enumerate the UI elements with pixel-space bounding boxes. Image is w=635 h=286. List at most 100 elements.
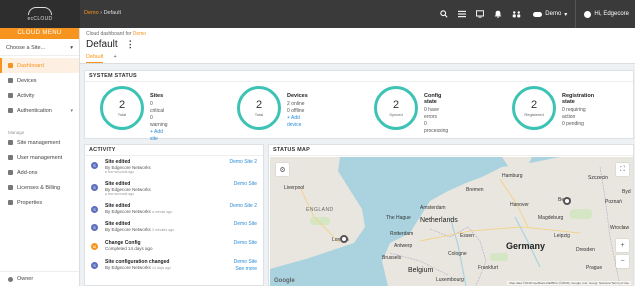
activity-ago: 3 minutes ago xyxy=(152,228,175,232)
activity-time: a few seconds ago xyxy=(105,170,135,174)
zoom-in-button[interactable]: + xyxy=(616,239,629,252)
map-label-luxembourg: Luxembourg xyxy=(436,277,464,283)
activity-row[interactable]: S Site edited By Edgecore Networks a few… xyxy=(85,180,263,198)
sidebar-item-label: Devices xyxy=(17,77,37,84)
dashboard-tabs: Default + xyxy=(86,54,117,63)
user-menu[interactable]: Hi, Edgecore xyxy=(575,0,635,28)
cloud-selector[interactable]: Demo ▾ xyxy=(525,0,575,28)
monitor-icon[interactable] xyxy=(471,0,489,28)
devices-ring-label: Total xyxy=(254,111,264,117)
registration-title: Registration state xyxy=(562,93,595,105)
activity-row[interactable]: S Site edited By Edgecore Networks 3 min… xyxy=(85,220,263,238)
activity-site-link[interactable]: Demo Site 2 xyxy=(229,203,257,209)
sidebar-item-label: Licenses & Billing xyxy=(17,184,61,191)
activity-row[interactable]: M Change Config Completed 14 days ago De… xyxy=(85,239,263,257)
list-icon[interactable] xyxy=(453,0,471,28)
sidebar-item-label: Properties xyxy=(17,199,43,206)
sidebar-item-label: User management xyxy=(17,154,63,161)
subtitle-link[interactable]: Demo xyxy=(133,31,146,37)
cloud-menu-header: CLOUD MENU xyxy=(0,28,79,39)
activity-ago: 14 days ago xyxy=(152,266,172,270)
map-label-dresden: Dresden xyxy=(576,247,595,253)
devices-online: 2 online xyxy=(287,101,305,107)
sidebar-item-activity[interactable]: Activity xyxy=(0,88,79,103)
map-settings-button[interactable]: ⚙ xyxy=(276,163,289,176)
activity-by-text: By Edgecore Networks xyxy=(105,265,151,270)
activity-site-link[interactable]: Demo Site xyxy=(234,221,257,227)
user-icon xyxy=(584,10,592,18)
add-device-link[interactable]: + Add device xyxy=(287,115,308,129)
map-label-antwerp: Antwerp xyxy=(394,243,413,249)
activity-row[interactable]: S Site edited By Edgecore Networks a min… xyxy=(85,202,263,220)
sidebar-item-licenses-billing[interactable]: Licenses & Billing xyxy=(0,180,79,195)
map-label-leipzig: Leipzig xyxy=(554,233,570,239)
see-more-link[interactable]: See more xyxy=(235,266,257,272)
sidebar-item-properties[interactable]: Properties xyxy=(0,195,79,210)
activity-title: ACTIVITY xyxy=(85,145,263,156)
site-select[interactable]: Choose a Site... ▾ xyxy=(0,41,79,56)
activity-site-link[interactable]: Demo Site xyxy=(234,181,257,187)
registration-ring: 2 Registered xyxy=(512,86,556,130)
registration-info: Registration state 0 requiring action 0 … xyxy=(562,93,594,128)
activity-row[interactable]: S Site edited By Edgecore Networks a few… xyxy=(85,158,263,176)
activity-by-text: By Edgecore Networks xyxy=(105,209,151,214)
registration-count: 2 xyxy=(530,98,538,111)
sidebar-item-user-management[interactable]: User management xyxy=(0,150,79,165)
site-management-icon xyxy=(8,140,13,145)
devices-ring: 2 Total xyxy=(237,86,281,130)
sidebar-item-devices[interactable]: Devices xyxy=(0,73,79,88)
authentication-icon xyxy=(8,108,13,113)
activity-avatar: S xyxy=(91,224,98,231)
properties-icon xyxy=(8,200,13,205)
sites-info: Sites 0 critical 0 warning + Add site xyxy=(150,93,168,143)
map-label-netherlands: Netherlands xyxy=(420,217,458,224)
sidebar-item-authentication[interactable]: Authentication ▾ xyxy=(0,103,79,118)
activity-time: a few seconds ago xyxy=(105,192,135,196)
map-label-bremen: Bremen xyxy=(466,187,484,193)
breadcrumb: Demo › Default xyxy=(84,10,121,16)
cloud-logo-icon xyxy=(28,6,52,15)
sites-critical: 0 critical xyxy=(150,101,165,114)
owner-item[interactable]: Owner xyxy=(0,271,79,286)
sites-warning: 0 warning xyxy=(150,115,168,128)
top-bar-actions: Demo ▾ Hi, Edgecore xyxy=(435,0,635,28)
subtitle-prefix: Cloud dashboard for xyxy=(86,31,133,37)
owner-icon xyxy=(8,276,13,282)
add-tab-button[interactable]: + xyxy=(113,54,116,63)
users-icon[interactable] xyxy=(507,0,525,28)
map-label-liverpool: Liverpool xyxy=(284,185,305,191)
tab-default[interactable]: Default xyxy=(86,54,104,63)
site-marker-london[interactable] xyxy=(340,235,348,243)
add-site-link[interactable]: + Add site xyxy=(150,129,168,143)
map-label-wroclaw: Wrocław xyxy=(610,225,630,231)
activity-site-link[interactable]: Demo Site xyxy=(234,259,257,265)
breadcrumb-link[interactable]: Demo xyxy=(84,10,99,16)
site-marker-berlin[interactable] xyxy=(563,197,571,205)
sidebar-item-site-management[interactable]: Site management xyxy=(0,135,79,150)
map-label-frankfurt: Frankfurt xyxy=(478,265,499,271)
map-label-magdeburg: Magdeburg xyxy=(538,215,564,221)
page-title: Default xyxy=(86,39,118,50)
zoom-out-button[interactable]: − xyxy=(616,255,629,268)
sidebar-item-add-ons[interactable]: Add-ons xyxy=(0,165,79,180)
search-icon[interactable] xyxy=(435,0,453,28)
ec-cloud-logo[interactable]: ecCLOUD xyxy=(0,0,80,28)
activity-site-link[interactable]: Demo Site 2 xyxy=(229,159,257,165)
breadcrumb-current: Default xyxy=(103,10,121,16)
map-label-amsterdam: Amsterdam xyxy=(420,205,446,211)
licenses-icon xyxy=(8,185,13,190)
fullscreen-button[interactable]: ⛶ xyxy=(616,163,629,176)
kebab-menu-icon[interactable]: ⋮ xyxy=(126,39,135,50)
sidebar-item-label: Site management xyxy=(17,139,61,146)
map-label-the-hague: The Hague xyxy=(386,215,411,221)
system-status-panel: SYSTEM STATUS 2 Total Sites 0 critical 0… xyxy=(84,70,634,142)
activity-icon xyxy=(8,93,13,98)
map-label-rotterdam: Rotterdam xyxy=(390,231,414,237)
bell-icon[interactable] xyxy=(489,0,507,28)
sidebar-item-dashboard[interactable]: Dashboard xyxy=(0,58,79,73)
sites-title: Sites xyxy=(150,93,164,99)
activity-site-link[interactable]: Demo Site xyxy=(234,240,257,246)
map-label-belgium: Belgium xyxy=(408,267,434,274)
map-canvas[interactable]: Liverpool ENGLAND London Hamburg Szczeci… xyxy=(270,157,633,286)
activity-row[interactable]: S Site configuration changed By Edgecore… xyxy=(85,258,263,276)
